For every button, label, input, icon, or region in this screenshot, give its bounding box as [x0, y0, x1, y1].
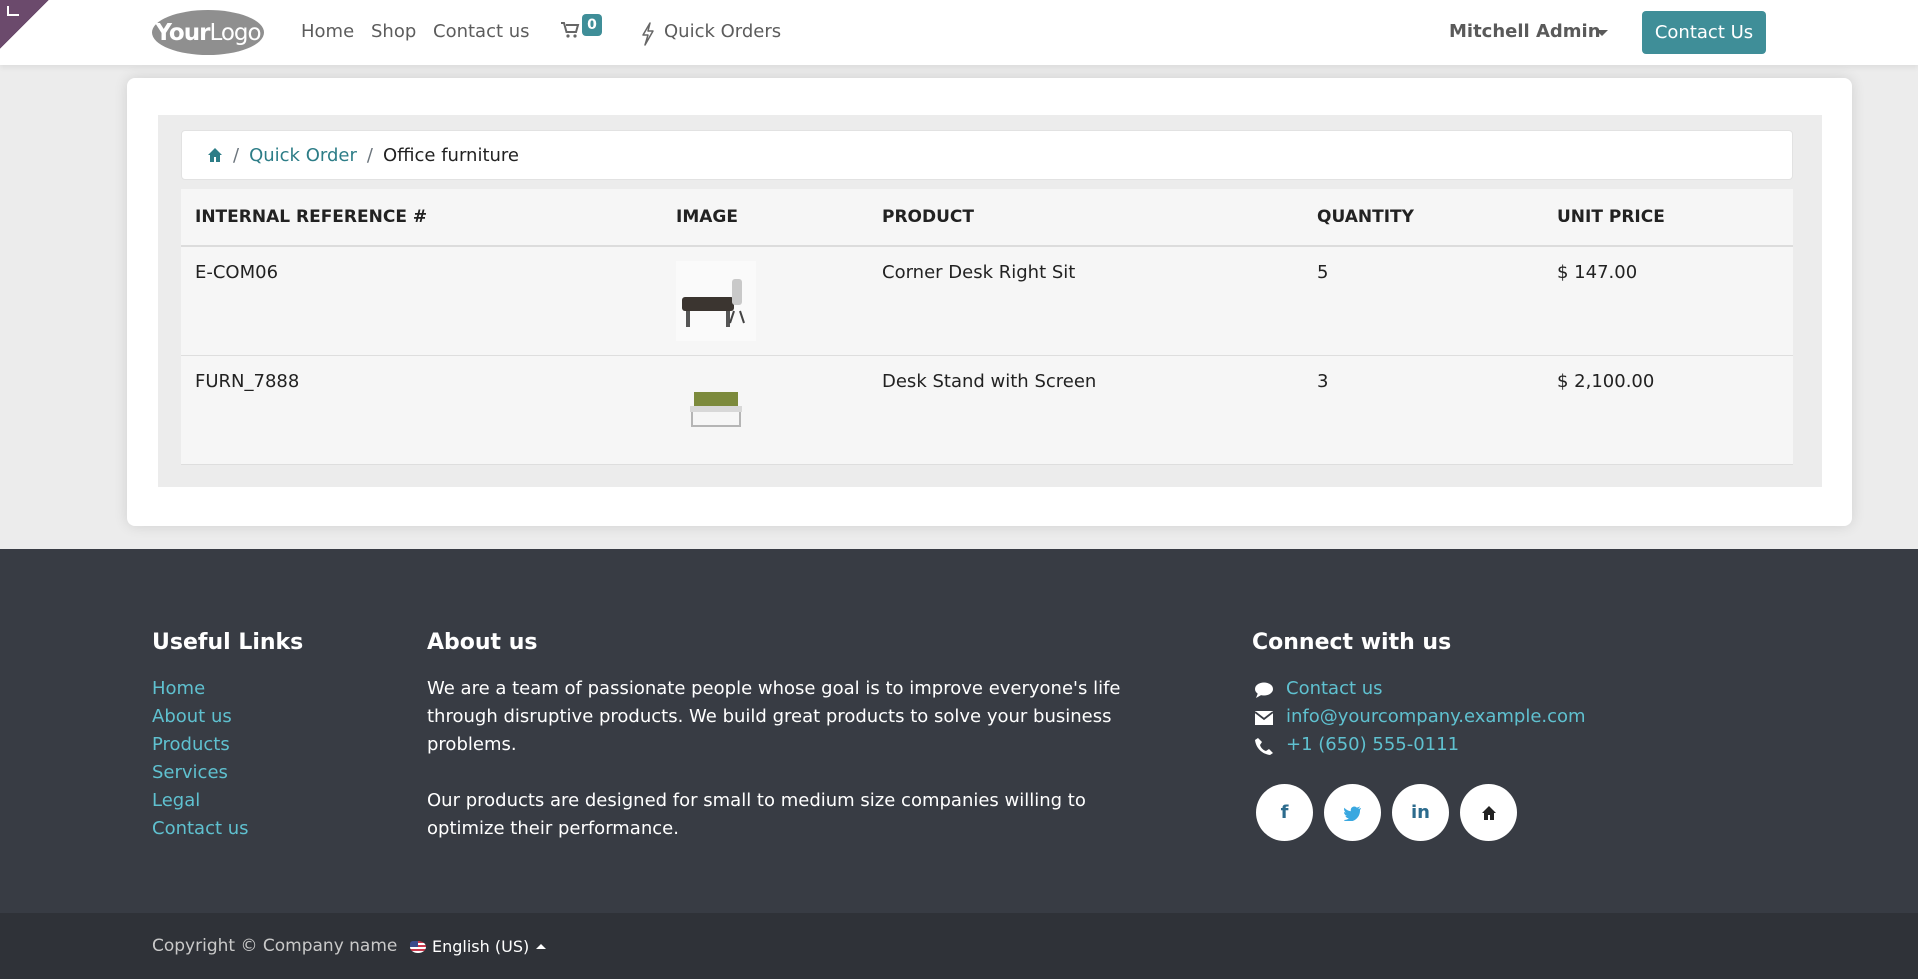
about-text-line: Our products are designed for small to m…	[427, 790, 1086, 811]
facebook-icon[interactable]: f	[1256, 784, 1313, 841]
header-quantity: QUANTITY	[1317, 207, 1414, 227]
footer-link-home[interactable]: Home	[152, 678, 205, 699]
footer-link-products[interactable]: Products	[152, 734, 230, 755]
cell-unit-price: $ 2,100.00	[1557, 371, 1655, 392]
about-text-line: through disruptive products. We build gr…	[427, 706, 1112, 727]
useful-links-title: Useful Links	[152, 630, 304, 655]
table-header-row: INTERNAL REFERENCE # IMAGE PRODUCT QUANT…	[181, 189, 1793, 247]
product-image	[690, 392, 742, 427]
linkedin-icon[interactable]: in	[1392, 784, 1449, 841]
footer-phone-link[interactable]: +1 (650) 555-0111	[1286, 734, 1459, 755]
cell-product: Corner Desk Right Sit	[882, 262, 1076, 283]
cell-reference: E-COM06	[195, 262, 279, 283]
nav-contact-us[interactable]: Contact us	[433, 21, 530, 42]
footer-link-services[interactable]: Services	[152, 762, 228, 783]
header-internal-reference: INTERNAL REFERENCE #	[195, 207, 428, 227]
home-icon[interactable]	[207, 147, 223, 163]
shopping-cart-icon	[561, 22, 580, 38]
product-image	[676, 261, 756, 341]
corner-toggle-icon	[7, 6, 19, 16]
footer-email-link[interactable]: info@yourcompany.example.com	[1286, 706, 1586, 727]
cart-button[interactable]: 0	[560, 14, 605, 44]
lightning-icon	[642, 22, 654, 46]
cart-count-badge: 0	[582, 14, 602, 36]
table-row[interactable]: E-COM06 Corner Desk Right Sit 5 $ 147.00	[181, 247, 1793, 356]
breadcrumb-current: Office furniture	[382, 144, 519, 166]
logo-light-text: Logo	[209, 19, 261, 46]
breadcrumb: / Quick Order / Office furniture	[181, 130, 1793, 180]
contact-us-button[interactable]: Contact Us	[1642, 11, 1766, 54]
chevron-up-icon	[536, 944, 547, 949]
comment-icon	[1255, 682, 1273, 698]
envelope-icon	[1254, 711, 1274, 725]
language-selector[interactable]: English (US)	[410, 937, 547, 956]
footer-link-contact-us[interactable]: Contact us	[152, 818, 249, 839]
cell-reference: FURN_7888	[195, 371, 300, 392]
breadcrumb-quick-order[interactable]: Quick Order	[249, 145, 357, 166]
nav-shop[interactable]: Shop	[371, 21, 416, 42]
connect-title: Connect with us	[1252, 630, 1452, 655]
twitter-bird-icon	[1343, 805, 1361, 821]
table-row[interactable]: FURN_7888 Desk Stand with Screen 3 $ 2,1…	[181, 356, 1793, 465]
cell-product: Desk Stand with Screen	[882, 371, 1097, 392]
site-footer: Useful Links Home About us Products Serv…	[0, 549, 1918, 913]
copyright-text: Copyright © Company name	[152, 936, 398, 956]
language-label: English (US)	[432, 937, 530, 956]
footer-contact-link[interactable]: Contact us	[1286, 678, 1383, 699]
logo-bold-text: Your	[155, 19, 210, 46]
nav-quick-orders[interactable]: Quick Orders	[664, 21, 781, 42]
header-product: PRODUCT	[882, 207, 974, 227]
cell-quantity: 5	[1317, 262, 1329, 283]
header-image: IMAGE	[676, 207, 738, 227]
site-header: Your Logo Home Shop Contact us 0 Quick Or…	[0, 0, 1918, 65]
chevron-down-icon	[1596, 30, 1608, 36]
twitter-icon[interactable]	[1324, 784, 1381, 841]
about-text-line: We are a team of passionate people whose…	[427, 678, 1121, 699]
user-menu[interactable]: Mitchell Admin	[1449, 21, 1601, 42]
nav-home[interactable]: Home	[301, 21, 354, 42]
footer-link-about-us[interactable]: About us	[152, 706, 232, 727]
breadcrumb-separator: /	[366, 144, 373, 166]
breadcrumb-separator: /	[233, 144, 240, 166]
edit-corner-ribbon[interactable]	[0, 0, 49, 49]
phone-icon	[1255, 738, 1273, 755]
footer-link-legal[interactable]: Legal	[152, 790, 200, 811]
home-glyph-icon	[1481, 805, 1496, 820]
about-text-line: optimize their performance.	[427, 818, 679, 839]
home-icon[interactable]	[1460, 784, 1517, 841]
us-flag-icon	[410, 940, 426, 953]
header-unit-price: UNIT PRICE	[1557, 207, 1665, 227]
about-text-line: problems.	[427, 734, 517, 755]
cell-quantity: 3	[1317, 371, 1329, 392]
cell-unit-price: $ 147.00	[1557, 262, 1638, 283]
product-table: INTERNAL REFERENCE # IMAGE PRODUCT QUANT…	[181, 189, 1793, 465]
about-us-title: About us	[427, 630, 538, 655]
logo[interactable]: Your Logo	[152, 10, 264, 55]
